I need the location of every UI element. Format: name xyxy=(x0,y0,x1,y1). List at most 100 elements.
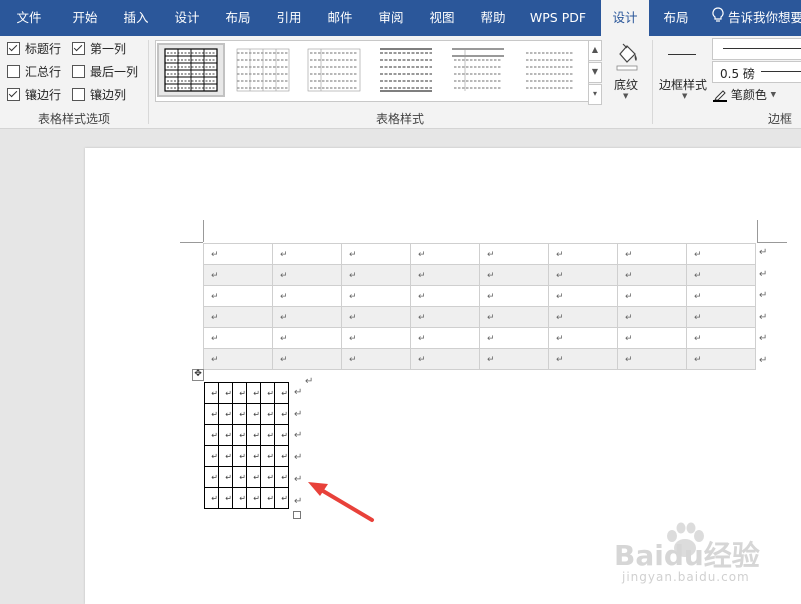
table-cell[interactable]: ↵ xyxy=(274,382,289,404)
table-cell[interactable]: ↵ xyxy=(204,466,219,488)
table-cell[interactable]: ↵ xyxy=(246,466,261,488)
table-cell[interactable]: ↵ xyxy=(617,285,687,307)
tab-references[interactable]: 引用 xyxy=(264,0,314,36)
table-cell[interactable]: ↵ xyxy=(272,348,342,370)
table-cell[interactable]: ↵ xyxy=(341,348,411,370)
table-cell[interactable]: ↵ xyxy=(479,348,549,370)
line-style-dropdown[interactable] xyxy=(712,38,801,60)
table-cell[interactable]: ↵ xyxy=(341,327,411,349)
table-cell[interactable]: ↵ xyxy=(479,306,549,328)
table-cell[interactable]: ↵ xyxy=(272,264,342,286)
tab-view[interactable]: 视图 xyxy=(417,0,467,36)
table-cell[interactable]: ↵ xyxy=(548,348,618,370)
table-cell[interactable]: ↵ xyxy=(246,424,261,446)
table-cell[interactable]: ↵ xyxy=(274,403,289,425)
border-styles-button[interactable]: 边框样式 xyxy=(659,76,707,93)
table-move-handle-icon[interactable]: ✥ xyxy=(192,369,204,381)
table-cell[interactable]: ↵ xyxy=(274,445,289,467)
table-cell[interactable]: ↵ xyxy=(232,466,247,488)
table-cell[interactable]: ↵ xyxy=(341,306,411,328)
table-style-plain-2[interactable] xyxy=(302,45,366,95)
option-first-column[interactable]: 第一列 xyxy=(72,40,126,58)
table-cell[interactable]: ↵ xyxy=(686,243,756,265)
table-cell[interactable]: ↵ xyxy=(274,424,289,446)
table-cell[interactable]: ↵ xyxy=(479,264,549,286)
table-cell[interactable]: ↵ xyxy=(617,264,687,286)
table-cell[interactable]: ↵ xyxy=(260,445,275,467)
table-cell[interactable]: ↵ xyxy=(260,424,275,446)
table-cell[interactable]: ↵ xyxy=(410,243,480,265)
chevron-down-icon[interactable]: ▼ xyxy=(623,92,628,100)
tab-help[interactable]: 帮助 xyxy=(468,0,518,36)
shading-button-label[interactable]: 底纹 xyxy=(614,76,638,93)
table-style-grid[interactable] xyxy=(157,43,225,97)
tab-table-layout[interactable]: 布局 xyxy=(652,0,700,36)
table-cell[interactable]: ↵ xyxy=(617,348,687,370)
table-cell[interactable]: ↵ xyxy=(203,243,273,265)
table-style-plain-1[interactable] xyxy=(231,45,295,95)
chevron-down-icon[interactable]: ▼ xyxy=(682,92,687,100)
option-banded-rows[interactable]: 镶边行 xyxy=(7,86,61,104)
table-cell[interactable]: ↵ xyxy=(204,403,219,425)
table-cell[interactable]: ↵ xyxy=(410,306,480,328)
table-cell[interactable]: ↵ xyxy=(686,264,756,286)
tab-home[interactable]: 开始 xyxy=(60,0,110,36)
table-cell[interactable]: ↵ xyxy=(341,264,411,286)
table-cell[interactable]: ↵ xyxy=(218,403,233,425)
option-last-column[interactable]: 最后一列 xyxy=(72,63,138,81)
document-table-small[interactable]: ↵ ↵ ↵ ↵ ↵ ↵ ↵ ↵ ↵ ↵ ↵ ↵ ↵ ↵ ↵ ↵ ↵ ↵ ↵ ↵ ↵ ↵ ↵ ↵ ↵ ↵ ↵ ↵ ↵ ↵ ↵ ↵ ↵ ↵ ↵ ↵ xyxy=(204,382,289,509)
tab-insert[interactable]: 插入 xyxy=(111,0,161,36)
gallery-scroll-up-icon[interactable]: ▲ xyxy=(588,40,602,61)
tab-file[interactable]: 文件 xyxy=(4,0,54,36)
table-cell[interactable]: ↵ xyxy=(260,466,275,488)
table-cell[interactable]: ↵ xyxy=(204,424,219,446)
shading-bucket-icon[interactable] xyxy=(612,40,642,71)
table-cell[interactable]: ↵ xyxy=(204,382,219,404)
table-cell[interactable]: ↵ xyxy=(204,445,219,467)
table-cell[interactable]: ↵ xyxy=(203,285,273,307)
table-cell[interactable]: ↵ xyxy=(686,285,756,307)
tab-wps-pdf[interactable]: WPS PDF xyxy=(520,0,596,36)
gallery-scroll-down-icon[interactable]: ▼ xyxy=(588,62,602,83)
table-cell[interactable]: ↵ xyxy=(617,306,687,328)
table-style-plain-5[interactable] xyxy=(518,45,582,95)
tab-table-design[interactable]: 设计 xyxy=(601,0,649,36)
table-cell[interactable]: ↵ xyxy=(686,327,756,349)
table-cell[interactable]: ↵ xyxy=(203,348,273,370)
table-cell[interactable]: ↵ xyxy=(617,327,687,349)
table-cell[interactable]: ↵ xyxy=(232,487,247,509)
table-cell[interactable]: ↵ xyxy=(479,285,549,307)
table-cell[interactable]: ↵ xyxy=(274,487,289,509)
table-cell[interactable]: ↵ xyxy=(341,243,411,265)
table-cell[interactable]: ↵ xyxy=(204,487,219,509)
table-cell[interactable]: ↵ xyxy=(479,243,549,265)
table-cell[interactable]: ↵ xyxy=(410,348,480,370)
gallery-more-icon[interactable]: ▾ xyxy=(588,84,602,105)
table-cell[interactable]: ↵ xyxy=(479,327,549,349)
tell-me-search[interactable]: 告诉我你想要 xyxy=(712,0,801,36)
table-cell[interactable]: ↵ xyxy=(203,264,273,286)
table-cell[interactable]: ↵ xyxy=(548,243,618,265)
table-cell[interactable]: ↵ xyxy=(272,285,342,307)
option-banded-columns[interactable]: 镶边列 xyxy=(72,86,126,104)
table-cell[interactable]: ↵ xyxy=(218,424,233,446)
table-cell[interactable]: ↵ xyxy=(203,306,273,328)
table-style-plain-3[interactable] xyxy=(374,45,438,95)
table-style-plain-4[interactable] xyxy=(446,45,510,95)
table-cell[interactable]: ↵ xyxy=(218,466,233,488)
table-cell[interactable]: ↵ xyxy=(218,382,233,404)
option-total-row[interactable]: 汇总行 xyxy=(7,63,61,81)
table-cell[interactable]: ↵ xyxy=(246,403,261,425)
table-cell[interactable]: ↵ xyxy=(272,243,342,265)
option-header-row[interactable]: 标题行 xyxy=(7,40,61,58)
table-cell[interactable]: ↵ xyxy=(246,382,261,404)
table-cell[interactable]: ↵ xyxy=(548,306,618,328)
table-cell[interactable]: ↵ xyxy=(686,306,756,328)
tab-design[interactable]: 设计 xyxy=(162,0,212,36)
table-cell[interactable]: ↵ xyxy=(548,264,618,286)
table-cell[interactable]: ↵ xyxy=(232,445,247,467)
table-cell[interactable]: ↵ xyxy=(274,466,289,488)
table-cell[interactable]: ↵ xyxy=(260,403,275,425)
table-cell[interactable]: ↵ xyxy=(341,285,411,307)
table-cell[interactable]: ↵ xyxy=(272,306,342,328)
